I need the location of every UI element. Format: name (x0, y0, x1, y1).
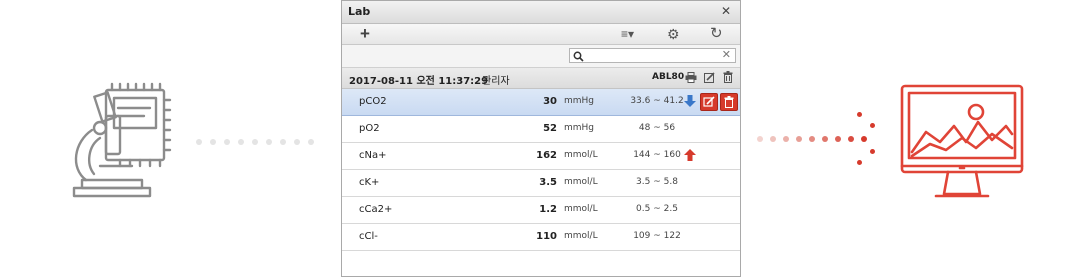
result-unit: mmHg (564, 123, 595, 133)
result-row-cna[interactable]: cNa+ 162 mmol/L 144 ~ 160 (342, 143, 740, 170)
edit-row-button[interactable] (700, 93, 718, 111)
close-icon[interactable]: ✕ (721, 4, 731, 18)
result-value: 52 (543, 123, 557, 134)
result-value: 1.2 (539, 204, 557, 215)
toolbar: + ≡▾ ⚙ ↻ (342, 24, 740, 45)
result-name: pCO2 (359, 96, 387, 107)
result-value: 3.5 (539, 177, 557, 188)
record-header[interactable]: 2017-08-11 오전 11:37:29 관리자 ABL80 (342, 68, 740, 89)
menu-icon[interactable]: ≡▾ (621, 25, 634, 43)
result-value: 162 (536, 150, 557, 161)
gear-icon[interactable]: ⚙ (667, 25, 680, 43)
result-value: 110 (536, 231, 557, 242)
result-name: cK+ (359, 177, 380, 188)
microscope-icon (72, 82, 172, 198)
result-unit: mmol/L (564, 177, 598, 187)
result-range: 48 ~ 56 (638, 123, 676, 133)
result-unit: mmol/L (564, 150, 598, 160)
result-row-cca2[interactable]: cCa2+ 1.2 mmol/L 0.5 ~ 2.5 (342, 197, 740, 224)
result-range: 109 ~ 122 (633, 231, 681, 241)
refresh-icon[interactable]: ↻ (710, 25, 723, 43)
result-range: 3.5 ~ 5.8 (636, 177, 678, 187)
result-unit: mmol/L (564, 204, 598, 214)
result-name: cCa2+ (359, 204, 393, 215)
arrow-up-icon (684, 149, 696, 161)
left-connector-dots (196, 139, 326, 145)
result-unit: mmol/L (564, 231, 598, 241)
record-datetime: 2017-08-11 오전 11:37:29 (349, 76, 489, 87)
record-device: ABL80 (652, 72, 685, 82)
monitor-chart-icon (900, 84, 1024, 198)
window-title: Lab (348, 5, 371, 18)
results-list: pCO2 30 mmHg 33.6 ~ 41.2 pO2 52 mmHg 48 … (342, 89, 740, 251)
result-row-ck[interactable]: cK+ 3.5 mmol/L 3.5 ~ 5.8 (342, 170, 740, 197)
right-connector-dots (757, 112, 887, 165)
add-icon[interactable]: + (360, 25, 370, 43)
edit-icon[interactable] (704, 72, 715, 83)
result-unit: mmHg (564, 96, 595, 106)
record-user: 관리자 (482, 76, 510, 87)
result-row-pco2[interactable]: pCO2 30 mmHg 33.6 ~ 41.2 (342, 89, 740, 116)
search-icon (573, 51, 584, 62)
trash-icon[interactable] (723, 71, 733, 83)
trash-icon (724, 96, 734, 108)
result-range: 33.6 ~ 41.2 (630, 96, 684, 106)
result-range: 0.5 ~ 2.5 (636, 204, 678, 214)
search-row: ✕ (342, 45, 740, 68)
search-box: ✕ (569, 48, 736, 63)
arrow-down-icon (684, 95, 696, 107)
edit-icon (703, 96, 715, 107)
result-row-po2[interactable]: pO2 52 mmHg 48 ~ 56 (342, 116, 740, 143)
result-range: 144 ~ 160 (633, 150, 681, 160)
delete-row-button[interactable] (720, 93, 738, 111)
result-row-ccl[interactable]: cCl- 110 mmol/L 109 ~ 122 (342, 224, 740, 251)
search-input[interactable] (588, 49, 718, 62)
result-name: cNa+ (359, 150, 387, 161)
lab-panel: Lab ✕ + ≡▾ ⚙ ↻ ✕ 2017-08-11 오전 11:37:29 … (341, 0, 741, 277)
clear-search-icon[interactable]: ✕ (722, 48, 731, 61)
result-name: pO2 (359, 123, 380, 134)
title-bar: Lab ✕ (342, 1, 740, 24)
result-value: 30 (543, 96, 557, 107)
print-icon[interactable] (685, 72, 697, 83)
result-name: cCl- (359, 231, 378, 242)
